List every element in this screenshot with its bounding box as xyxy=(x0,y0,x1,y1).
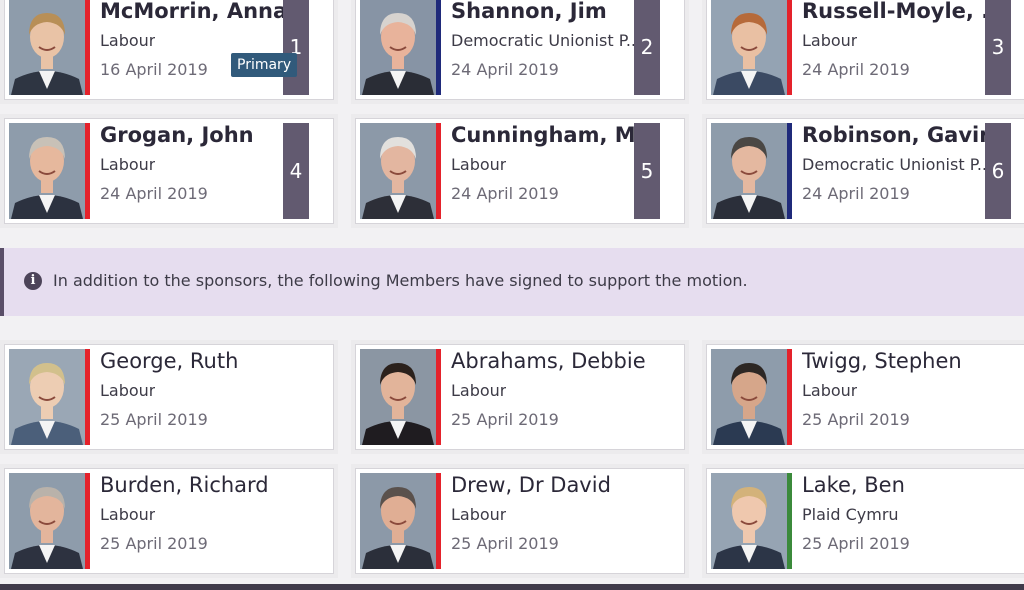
portrait-illustration xyxy=(360,473,436,569)
portrait-illustration xyxy=(9,123,85,219)
member-photo xyxy=(9,473,85,569)
party-color-bar xyxy=(85,123,90,219)
page: McMorrin, Anna Labour 16 April 2019 1 Primar… xyxy=(0,0,1024,590)
signed-date: 24 April 2019 xyxy=(802,184,910,203)
portrait-illustration xyxy=(360,0,436,95)
sponsor-rank: 5 xyxy=(634,123,660,219)
sponsor-card[interactable]: Grogan, John Labour 24 April 2019 4 xyxy=(4,118,334,224)
member-name[interactable]: Russell-Moyle, ... xyxy=(802,0,1005,23)
signed-date: 25 April 2019 xyxy=(451,534,559,553)
supporter-card[interactable]: Lake, Ben Plaid Cymru 25 April 2019 xyxy=(706,468,1024,574)
member-name[interactable]: Lake, Ben xyxy=(802,473,905,497)
member-name[interactable]: George, Ruth xyxy=(100,349,238,373)
sponsor-rank: 6 xyxy=(985,123,1011,219)
sponsor-card[interactable]: Robinson, Gavin Democratic Unionist P... 2… xyxy=(706,118,1024,224)
portrait-illustration xyxy=(711,473,787,569)
member-name[interactable]: Robinson, Gavin xyxy=(802,123,994,147)
member-photo xyxy=(711,123,787,219)
member-name[interactable]: Shannon, Jim xyxy=(451,0,607,23)
party-color-bar xyxy=(85,473,90,569)
member-photo xyxy=(711,0,787,95)
party-color-bar xyxy=(436,123,441,219)
portrait-illustration xyxy=(9,473,85,569)
portrait-illustration xyxy=(360,349,436,445)
party-color-bar xyxy=(85,349,90,445)
signed-date: 16 April 2019 xyxy=(100,60,208,79)
member-photo xyxy=(9,349,85,445)
member-party: Labour xyxy=(100,381,156,400)
party-color-bar xyxy=(436,349,441,445)
member-name[interactable]: Abrahams, Debbie xyxy=(451,349,646,373)
member-photo xyxy=(711,349,787,445)
signed-date: 25 April 2019 xyxy=(100,534,208,553)
portrait-illustration xyxy=(711,349,787,445)
notice-text: In addition to the sponsors, the followi… xyxy=(53,271,748,290)
sponsor-card[interactable]: Russell-Moyle, ... Labour 24 April 2019 3 xyxy=(706,0,1024,100)
signed-date: 24 April 2019 xyxy=(451,184,559,203)
supporter-card[interactable]: Burden, Richard Labour 25 April 2019 xyxy=(4,468,334,574)
member-party: Labour xyxy=(100,505,156,524)
member-party: Labour xyxy=(451,155,507,174)
member-name[interactable]: Drew, Dr David xyxy=(451,473,611,497)
member-photo xyxy=(9,123,85,219)
sponsor-rank: 3 xyxy=(985,0,1011,95)
member-party: Labour xyxy=(451,381,507,400)
supporter-card[interactable]: Twigg, Stephen Labour 25 April 2019 xyxy=(706,344,1024,450)
sponsor-card[interactable]: Cunningham, M... Labour 24 April 2019 5 xyxy=(355,118,685,224)
member-party: Labour xyxy=(100,31,156,50)
member-photo xyxy=(360,0,436,95)
signed-date: 25 April 2019 xyxy=(100,410,208,429)
portrait-illustration xyxy=(9,0,85,95)
member-photo xyxy=(360,473,436,569)
portrait-illustration xyxy=(360,123,436,219)
member-photo xyxy=(360,123,436,219)
signed-date: 25 April 2019 xyxy=(451,410,559,429)
supporters-notice: i In addition to the sponsors, the follo… xyxy=(0,248,1024,316)
member-name[interactable]: Cunningham, M... xyxy=(451,123,660,147)
party-color-bar xyxy=(787,349,792,445)
info-icon: i xyxy=(24,272,42,290)
member-party: Labour xyxy=(802,31,858,50)
portrait-illustration xyxy=(711,0,787,95)
party-color-bar xyxy=(787,473,792,569)
sponsor-rank: 2 xyxy=(634,0,660,95)
party-color-bar xyxy=(85,0,90,95)
party-color-bar xyxy=(436,473,441,569)
portrait-illustration xyxy=(711,123,787,219)
member-party: Democratic Unionist P... xyxy=(451,31,642,50)
member-photo xyxy=(711,473,787,569)
member-party: Democratic Unionist P... xyxy=(802,155,993,174)
portrait-illustration xyxy=(9,349,85,445)
supporter-card[interactable]: Abrahams, Debbie Labour 25 April 2019 xyxy=(355,344,685,450)
signed-date: 25 April 2019 xyxy=(802,534,910,553)
member-name[interactable]: Burden, Richard xyxy=(100,473,269,497)
supporter-card[interactable]: George, Ruth Labour 25 April 2019 xyxy=(4,344,334,450)
party-color-bar xyxy=(436,0,441,95)
party-color-bar xyxy=(787,123,792,219)
member-party: Labour xyxy=(100,155,156,174)
sponsor-rank: 4 xyxy=(283,123,309,219)
party-color-bar xyxy=(787,0,792,95)
member-name[interactable]: Grogan, John xyxy=(100,123,254,147)
footer-strip xyxy=(0,584,1024,590)
signed-date: 24 April 2019 xyxy=(451,60,559,79)
member-party: Plaid Cymru xyxy=(802,505,899,524)
member-photo xyxy=(360,349,436,445)
member-name[interactable]: McMorrin, Anna xyxy=(100,0,287,23)
supporter-card[interactable]: Drew, Dr David Labour 25 April 2019 xyxy=(355,468,685,574)
signed-date: 24 April 2019 xyxy=(802,60,910,79)
member-party: Labour xyxy=(802,381,858,400)
member-photo xyxy=(9,0,85,95)
sponsor-card[interactable]: Shannon, Jim Democratic Unionist P... 24 A… xyxy=(355,0,685,100)
signed-date: 25 April 2019 xyxy=(802,410,910,429)
sponsor-rank: 1 xyxy=(283,0,309,95)
primary-badge: Primary xyxy=(231,53,298,77)
signed-date: 24 April 2019 xyxy=(100,184,208,203)
sponsor-card[interactable]: McMorrin, Anna Labour 16 April 2019 1 Primar… xyxy=(4,0,334,100)
member-party: Labour xyxy=(451,505,507,524)
member-name[interactable]: Twigg, Stephen xyxy=(802,349,962,373)
